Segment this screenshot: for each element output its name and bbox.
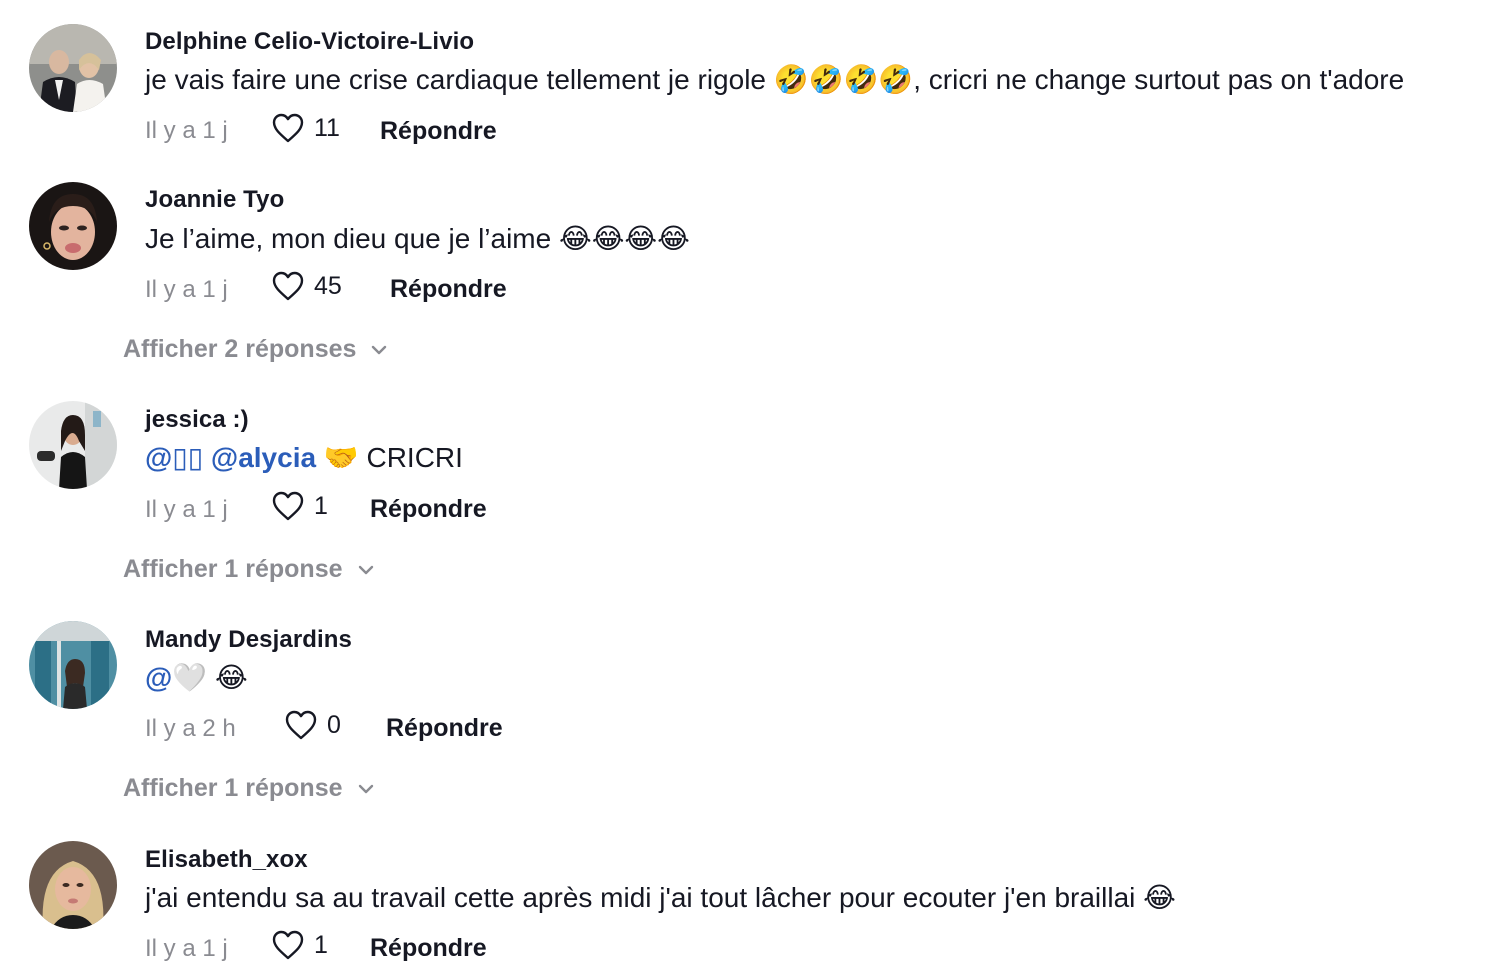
heart-outline-icon — [272, 113, 304, 143]
chevron-down-icon — [358, 784, 373, 793]
avatar[interactable] — [29, 24, 117, 112]
reply-button[interactable]: Répondre — [380, 117, 497, 146]
like-button[interactable]: 1 — [271, 929, 328, 961]
like-button[interactable]: 11 — [271, 112, 340, 144]
like-count: 11 — [314, 113, 340, 142]
view-replies-label: Afficher 2 réponses — [123, 335, 357, 363]
comment-username[interactable]: Mandy Desjardins — [145, 626, 352, 654]
comment-text: je vais faire une crise cardiaque tellem… — [145, 64, 1405, 95]
comment-text: Je l’aime, mon dieu que je l’aime 😂😂😂😂 — [145, 223, 690, 254]
reply-button[interactable]: Répondre — [370, 934, 487, 963]
comment-username[interactable]: Delphine Celio-Victoire-Livio — [145, 28, 474, 56]
like-count: 0 — [327, 710, 341, 739]
view-replies-button[interactable]: Afficher 2 réponses — [123, 335, 388, 364]
chevron-down-icon — [372, 345, 387, 354]
comment-text: @▯▯ @alycia 🤝 CRICRI — [145, 441, 463, 474]
avatar[interactable] — [29, 621, 117, 709]
comment-text-rest: 😂 — [214, 662, 248, 693]
comment-username[interactable]: Elisabeth_xox — [145, 846, 308, 874]
comment-username[interactable]: jessica :) — [145, 406, 249, 434]
reply-button[interactable]: Répondre — [370, 495, 487, 524]
reply-button[interactable]: Répondre — [390, 275, 507, 304]
like-count: 1 — [314, 491, 328, 520]
avatar[interactable] — [29, 182, 117, 270]
heart-outline-icon — [285, 710, 317, 740]
comment-timestamp: Il y a 1 j — [145, 117, 228, 144]
comment-timestamp: Il y a 2 h — [145, 715, 236, 742]
like-count: 1 — [314, 930, 328, 959]
comment-timestamp: Il y a 1 j — [145, 276, 228, 303]
mention-link[interactable]: @🤍 — [145, 662, 207, 693]
view-replies-label: Afficher 1 réponse — [123, 555, 343, 583]
view-replies-button[interactable]: Afficher 1 réponse — [123, 774, 375, 803]
heart-outline-icon — [272, 930, 304, 960]
heart-outline-icon — [272, 491, 304, 521]
comment-username[interactable]: Joannie Tyo — [145, 186, 284, 214]
view-replies-label: Afficher 1 réponse — [123, 774, 343, 802]
like-button[interactable]: 45 — [271, 270, 342, 302]
chevron-down-icon — [358, 565, 373, 574]
avatar[interactable] — [29, 841, 117, 929]
heart-outline-icon — [272, 271, 304, 301]
mention-link[interactable]: @alycia — [211, 442, 316, 473]
like-button[interactable]: 0 — [284, 709, 341, 741]
comment-text: @🤍 😂 — [145, 661, 248, 694]
reply-button[interactable]: Répondre — [386, 714, 503, 743]
avatar[interactable] — [29, 401, 117, 489]
like-button[interactable]: 1 — [271, 490, 328, 522]
comment-timestamp: Il y a 1 j — [145, 935, 228, 962]
comment-text-rest: 🤝 CRICRI — [323, 442, 463, 473]
comment-text: j'ai entendu sa au travail cette après m… — [145, 882, 1176, 913]
comment-timestamp: Il y a 1 j — [145, 496, 228, 523]
like-count: 45 — [314, 271, 342, 300]
mention-link[interactable]: @▯▯ — [145, 442, 203, 473]
view-replies-button[interactable]: Afficher 1 réponse — [123, 555, 375, 584]
